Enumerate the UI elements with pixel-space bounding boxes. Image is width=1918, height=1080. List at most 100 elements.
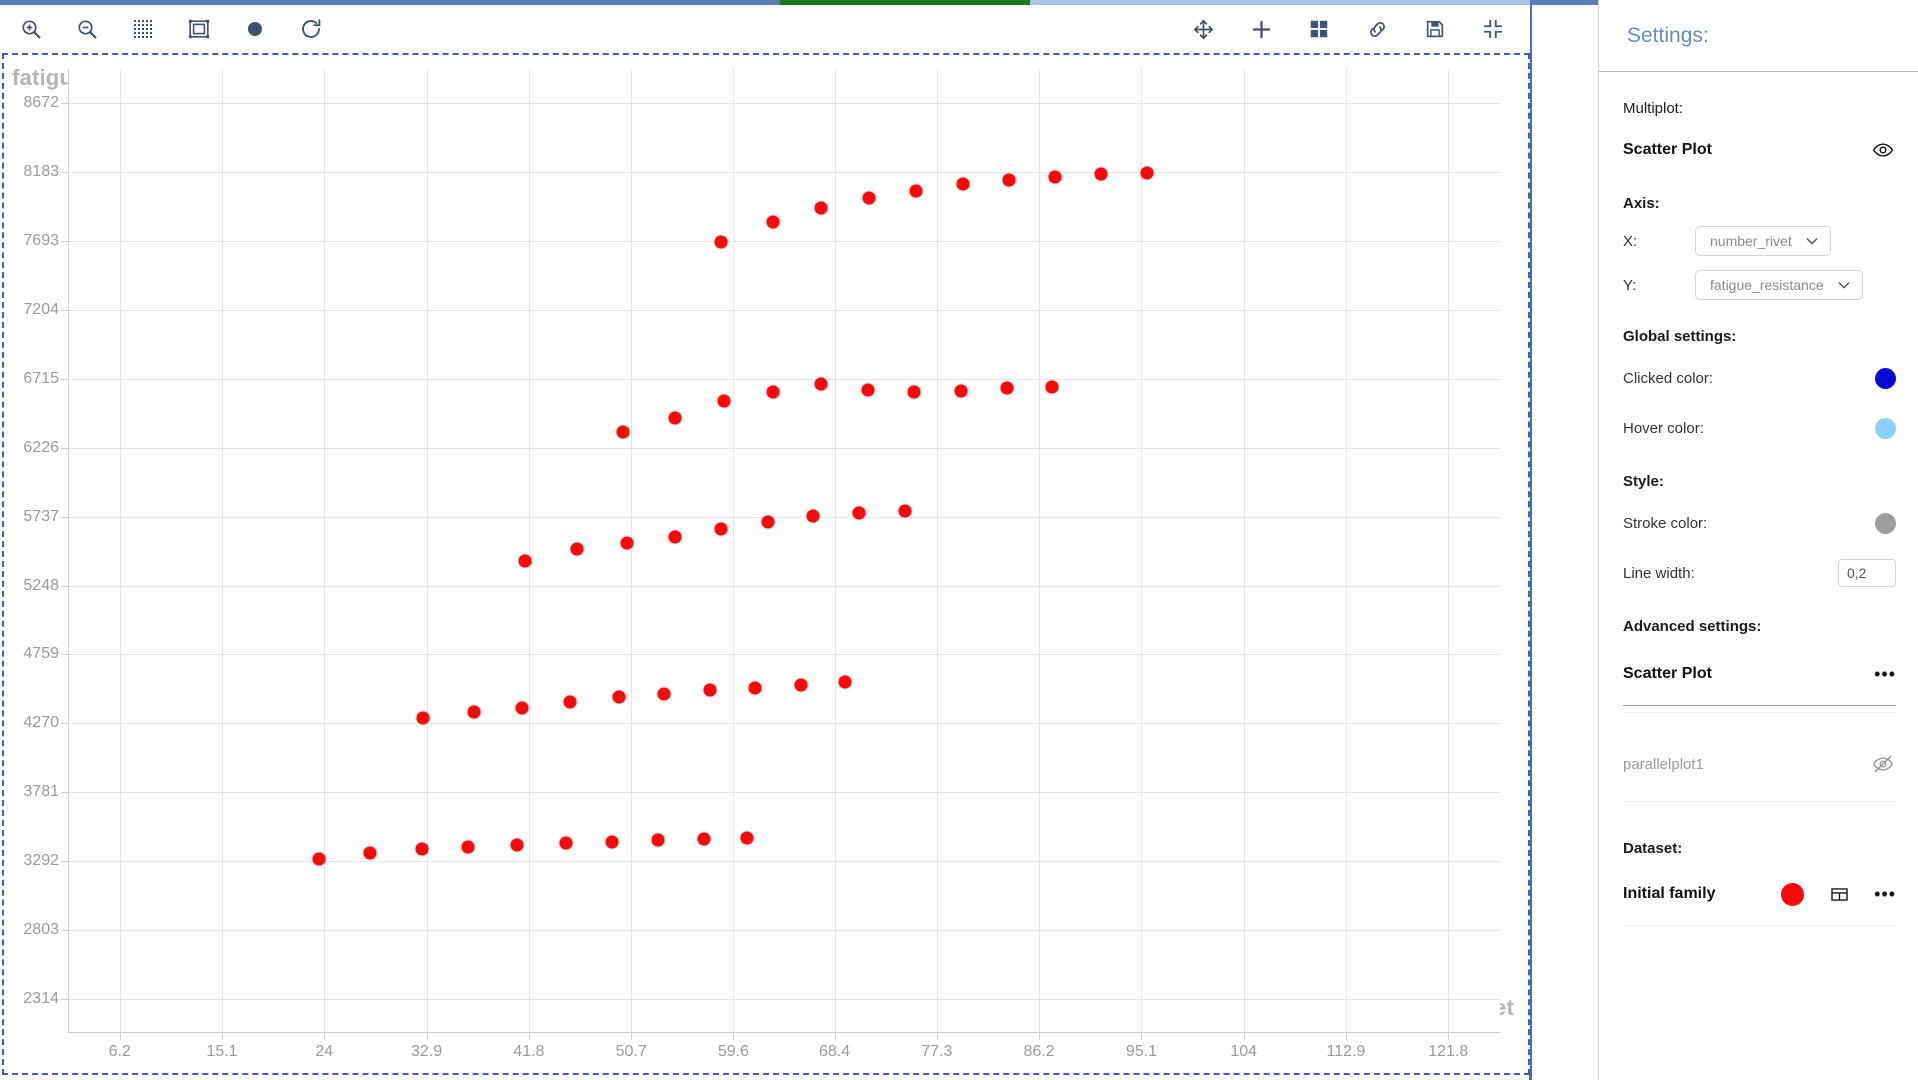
select-points-icon[interactable] (128, 14, 158, 44)
scatter-point[interactable] (957, 178, 970, 191)
x-tick-label: 86.2 (1024, 1043, 1055, 1061)
scatter-point[interactable] (668, 531, 681, 544)
scatter-point[interactable] (605, 835, 618, 848)
zoom-in-icon[interactable] (16, 14, 46, 44)
eye-off-icon[interactable] (1870, 751, 1896, 777)
x-gridline (427, 69, 428, 1033)
scatter-point[interactable] (651, 834, 664, 847)
scatter-point[interactable] (954, 384, 967, 397)
scatter-point[interactable] (795, 678, 808, 691)
hover-color-row[interactable]: Hover color: (1623, 411, 1896, 445)
y-tick-label: 4270 (23, 714, 59, 732)
scatter-point[interactable] (364, 846, 377, 859)
x-tick-label: 6.2 (109, 1043, 131, 1061)
scatter-point[interactable] (761, 515, 774, 528)
scatter-point[interactable] (658, 687, 671, 700)
scatter-point[interactable] (714, 235, 727, 248)
y-tick-mark (61, 310, 68, 311)
scatter-point[interactable] (838, 676, 851, 689)
scatter-point[interactable] (806, 509, 819, 522)
scatter-point[interactable] (1000, 382, 1013, 395)
scatter-point[interactable] (718, 394, 731, 407)
scatter-point[interactable] (814, 377, 827, 390)
hover-color-swatch[interactable] (1875, 418, 1896, 439)
scatter-point[interactable] (766, 386, 779, 399)
scatter-point[interactable] (714, 522, 727, 535)
save-icon[interactable] (1420, 14, 1450, 44)
x-gridline (120, 69, 121, 1033)
advanced-settings-label: Advanced settings: (1623, 618, 1896, 635)
scatter-point[interactable] (571, 543, 584, 556)
scatter-point[interactable] (1003, 173, 1016, 186)
reset-icon[interactable] (296, 14, 326, 44)
scatter-point[interactable] (1141, 166, 1154, 179)
advanced-item-scatter-plot[interactable]: Scatter Plot ••• (1623, 657, 1896, 691)
y-gridline (68, 999, 1500, 1000)
scatter-point[interactable] (564, 696, 577, 709)
scatter-point[interactable] (1049, 170, 1062, 183)
y-tick-label: 8183 (23, 163, 59, 181)
zoom-out-icon[interactable] (72, 14, 102, 44)
stroke-color-swatch[interactable] (1875, 513, 1896, 534)
scatter-point[interactable] (1045, 380, 1058, 393)
scatter-point[interactable] (1095, 168, 1108, 181)
eye-icon[interactable] (1870, 137, 1896, 163)
clicked-color-swatch[interactable] (1875, 368, 1896, 389)
more-options-icon[interactable]: ••• (1874, 665, 1896, 683)
line-width-input[interactable]: 0,2 (1838, 559, 1896, 587)
scatter-point[interactable] (312, 853, 325, 866)
stroke-color-row[interactable]: Stroke color: (1623, 506, 1896, 540)
scatter-point[interactable] (511, 839, 524, 852)
scatter-point[interactable] (766, 216, 779, 229)
scatter-point[interactable] (668, 411, 681, 424)
scatter-point[interactable] (467, 705, 480, 718)
scatter-point[interactable] (861, 383, 874, 396)
scatter-point[interactable] (612, 691, 625, 704)
x-gridline (937, 69, 938, 1033)
axis-x-select[interactable]: number_rivet (1695, 226, 1831, 256)
y-gridline (68, 930, 1500, 931)
dataset-more-options-icon[interactable]: ••• (1874, 885, 1896, 903)
scatter-point[interactable] (417, 711, 430, 724)
scatter-point[interactable] (814, 201, 827, 214)
scatter-point[interactable] (852, 507, 865, 520)
scatter-point[interactable] (749, 682, 762, 695)
scatter-point[interactable] (907, 386, 920, 399)
zoom-to-selection-icon[interactable] (184, 14, 214, 44)
scatter-point[interactable] (515, 702, 528, 715)
scatter-point[interactable] (415, 842, 428, 855)
multiplot-item-parallelplot1[interactable]: parallelplot1 (1623, 747, 1896, 781)
multiplot-item-scatter-plot[interactable]: Scatter Plot (1623, 133, 1896, 167)
scatter-point[interactable] (863, 192, 876, 205)
dataset-color-swatch[interactable] (1781, 883, 1804, 906)
y-gridline (68, 723, 1500, 724)
application-window: fatigue_resistance number_rivet 86728183… (0, 0, 1918, 1080)
point-size-icon[interactable] (240, 14, 270, 44)
clicked-color-row[interactable]: Clicked color: (1623, 361, 1896, 395)
y-tick-mark (61, 930, 68, 931)
scatter-point[interactable] (704, 683, 717, 696)
table-icon[interactable] (1826, 881, 1852, 907)
add-icon[interactable] (1246, 14, 1276, 44)
y-gridline (68, 379, 1500, 380)
scatter-point[interactable] (559, 836, 572, 849)
x-tick-label: 41.8 (513, 1043, 544, 1061)
scatter-point[interactable] (910, 185, 923, 198)
scatter-point[interactable] (461, 840, 474, 853)
chart-selection-frame[interactable]: fatigue_resistance number_rivet 86728183… (2, 53, 1530, 1075)
scatter-point[interactable] (519, 555, 532, 568)
axis-y-select[interactable]: fatigue_resistance (1695, 270, 1863, 300)
move-icon[interactable] (1188, 14, 1218, 44)
collapse-icon[interactable] (1478, 14, 1508, 44)
y-tick-mark (61, 999, 68, 1000)
scatter-point[interactable] (617, 425, 630, 438)
scatter-point[interactable] (697, 832, 710, 845)
scatter-plot-canvas[interactable]: 8672818376937204671562265737524847594270… (68, 69, 1500, 1033)
grid-layout-icon[interactable] (1304, 14, 1334, 44)
scatter-point[interactable] (741, 832, 754, 845)
scatter-point[interactable] (620, 537, 633, 550)
link-icon[interactable] (1362, 14, 1392, 44)
scatter-point[interactable] (898, 504, 911, 517)
x-tick-label: 121.8 (1428, 1043, 1468, 1061)
dataset-row-initial-family[interactable]: Initial family ••• (1623, 877, 1896, 911)
